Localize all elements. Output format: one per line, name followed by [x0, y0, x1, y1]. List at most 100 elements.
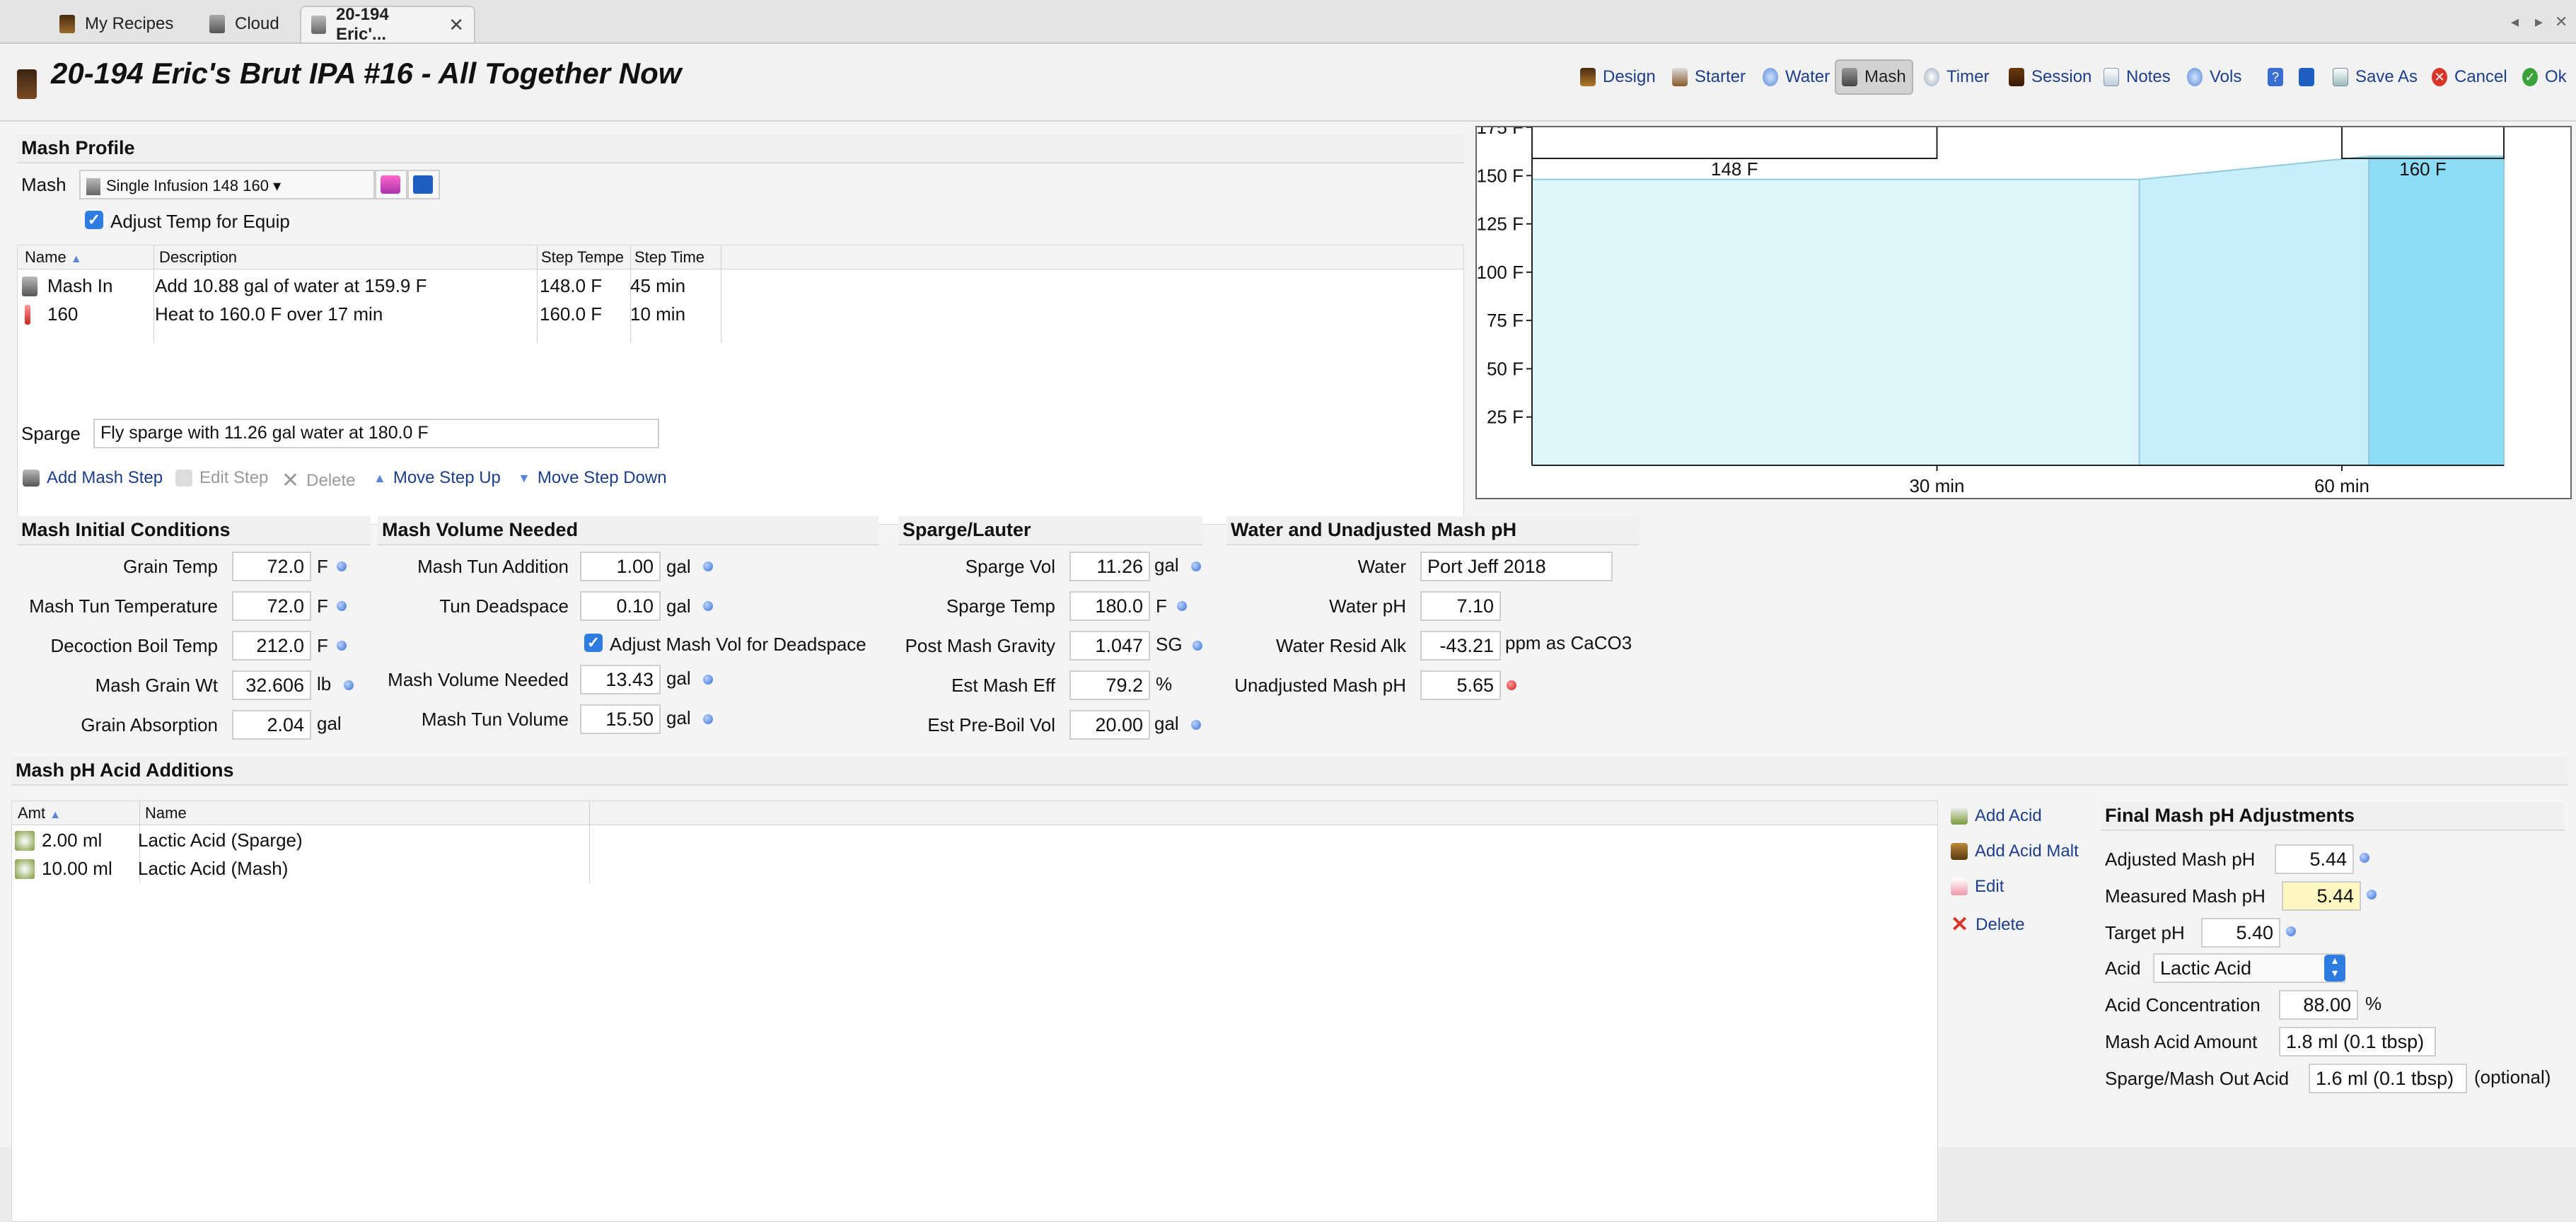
step-description[interactable]: Heat to 160.0 F over 17 min: [155, 303, 383, 325]
info-dot-icon[interactable]: [1191, 561, 1201, 571]
mash-select-value: Single Infusion 148 160: [106, 177, 269, 194]
measured-mash-ph-field[interactable]: 5.44: [2282, 881, 2361, 911]
toolbar-label: Vols: [2210, 67, 2242, 86]
column-header-name[interactable]: Name: [145, 804, 584, 822]
column-header-amt[interactable]: Amt ▲: [18, 804, 138, 822]
adjust-temp-checkbox[interactable]: ✓: [85, 211, 103, 229]
info-dot-icon[interactable]: [344, 680, 354, 690]
mash-tun-volume-field[interactable]: 15.50: [580, 704, 661, 734]
toolbar-session-button[interactable]: Session: [2003, 59, 2097, 95]
tab-recipe[interactable]: 20-194 Eric'... ✕: [300, 5, 475, 44]
toolbar-starter-button[interactable]: Starter: [1666, 59, 1751, 95]
toolbar-mash-button[interactable]: Mash: [1835, 59, 1913, 95]
mash-tun-temp-field[interactable]: 72.0: [232, 591, 311, 621]
info-dot-icon[interactable]: [337, 561, 347, 571]
est-mash-eff-field[interactable]: 79.2: [1069, 670, 1150, 700]
target-ph-field[interactable]: 5.40: [2201, 918, 2280, 948]
water-resid-alk-field[interactable]: -43.21: [1420, 631, 1501, 661]
mash-select[interactable]: Single Infusion 148 160 ▾: [79, 170, 375, 199]
acid-concentration-field[interactable]: 88.00: [2279, 990, 2358, 1020]
tab-scroll-right-icon[interactable]: ▸: [2535, 13, 2543, 31]
column-header-name[interactable]: Name ▲: [25, 248, 88, 267]
close-icon[interactable]: ✕: [448, 14, 464, 36]
step-temp[interactable]: 148.0 F: [540, 275, 602, 297]
info-dot-icon[interactable]: [337, 601, 347, 611]
water-profile-field[interactable]: Port Jeff 2018: [1420, 552, 1613, 581]
info-dot-icon[interactable]: [703, 714, 713, 724]
acid-amount[interactable]: 10.00 ml: [42, 858, 112, 880]
mash-options-button[interactable]: [375, 170, 407, 199]
tab-scroll-left-icon[interactable]: ◂: [2511, 13, 2519, 31]
column-header-description[interactable]: Description: [159, 248, 400, 267]
add-acid-malt-button[interactable]: Add Acid Malt: [1951, 842, 2079, 861]
adjust-deadspace-checkbox[interactable]: ✓: [584, 634, 603, 652]
info-dot-icon[interactable]: [703, 601, 713, 611]
info-dot-icon[interactable]: [2286, 926, 2296, 936]
tab-my-recipes[interactable]: My Recipes: [50, 6, 183, 42]
tab-close-all-icon[interactable]: ✕: [2555, 13, 2568, 31]
toolbar-timer-button[interactable]: Timer: [1918, 59, 1995, 95]
info-dot-icon[interactable]: [337, 641, 347, 651]
acid-type-select[interactable]: Lactic Acid: [2153, 953, 2345, 983]
mash-grain-wt-field[interactable]: 32.606: [232, 670, 311, 700]
delete-acid-button[interactable]: ✕ Delete: [1951, 912, 2025, 937]
toolbar-notes-button[interactable]: Notes: [2098, 59, 2176, 95]
sparge-temp-field[interactable]: 180.0: [1069, 591, 1150, 621]
adjusted-mash-ph-field[interactable]: 5.44: [2275, 844, 2354, 874]
column-header-step-time[interactable]: Step Time: [634, 248, 725, 267]
move-step-down-button[interactable]: ▼ Move Step Down: [518, 468, 667, 488]
mash-volume-needed-field[interactable]: 13.43: [580, 665, 661, 694]
sparge-field[interactable]: Fly sparge with 11.26 gal water at 180.0…: [93, 419, 659, 448]
unadjusted-mash-ph-field[interactable]: 5.65: [1420, 670, 1501, 700]
info-dot-icon[interactable]: [1193, 641, 1202, 651]
recipe-header: 20-194 Eric's Brut IPA #16 - All Togethe…: [0, 44, 2576, 122]
delete-step-button[interactable]: ✕ Delete: [282, 468, 356, 493]
mash-save-button[interactable]: [407, 170, 440, 199]
unit-label: F: [1156, 595, 1167, 617]
toolbar-water-button[interactable]: Water: [1757, 59, 1835, 95]
sparge-vol-field[interactable]: 11.26: [1069, 552, 1150, 581]
ok-button[interactable]: ✓ Ok: [2517, 59, 2572, 95]
step-name[interactable]: Mash In: [47, 275, 113, 297]
mash-tun-addition-field[interactable]: 1.00: [580, 552, 661, 581]
add-mash-step-button[interactable]: Add Mash Step: [23, 468, 163, 488]
move-step-up-button[interactable]: ▲ Move Step Up: [373, 468, 501, 488]
acid-name[interactable]: Lactic Acid (Sparge): [138, 830, 303, 851]
alert-dot-icon[interactable]: [1507, 680, 1516, 690]
mash-tun-volume-label: Mash Tun Volume: [421, 709, 569, 730]
grain-absorption-field[interactable]: 2.04: [232, 710, 311, 740]
tun-deadspace-field[interactable]: 0.10: [580, 591, 661, 621]
acid-name[interactable]: Lactic Acid (Mash): [138, 858, 288, 880]
decoction-boil-temp-field[interactable]: 212.0: [232, 631, 311, 661]
info-dot-icon[interactable]: [2360, 853, 2369, 863]
column-label: Amt: [18, 804, 46, 822]
info-dot-icon[interactable]: [703, 561, 713, 571]
grain-temp-field[interactable]: 72.0: [232, 552, 311, 581]
info-dot-icon[interactable]: [2367, 890, 2377, 900]
edit-acid-button[interactable]: Edit: [1951, 877, 2004, 897]
add-acid-button[interactable]: Add Acid: [1951, 806, 2042, 826]
step-name[interactable]: 160: [47, 303, 78, 325]
step-time[interactable]: 45 min: [630, 275, 685, 297]
tab-cloud[interactable]: Cloud: [199, 6, 289, 42]
acid-amount[interactable]: 2.00 ml: [42, 830, 102, 851]
toolbar-vols-button[interactable]: Vols: [2181, 59, 2247, 95]
edit-step-button[interactable]: Edit Step: [175, 468, 268, 488]
info-dot-icon[interactable]: [1191, 720, 1201, 730]
up-down-chevron-icon[interactable]: ▴ ▾: [2324, 955, 2345, 982]
step-temp[interactable]: 160.0 F: [540, 303, 602, 325]
post-mash-gravity-field[interactable]: 1.047: [1069, 631, 1150, 661]
adjust-deadspace-label: Adjust Mash Vol for Deadspace: [610, 634, 866, 655]
step-time[interactable]: 10 min: [630, 303, 685, 325]
step-description[interactable]: Add 10.88 gal of water at 159.9 F: [155, 275, 427, 297]
info-dot-icon[interactable]: [703, 675, 713, 685]
toolbar-design-button[interactable]: Design: [1574, 59, 1661, 95]
save-as-button[interactable]: Save As: [2327, 59, 2423, 95]
cancel-button[interactable]: ✕ Cancel: [2426, 59, 2513, 95]
help-button[interactable]: ?: [2262, 59, 2289, 95]
water-ph-field[interactable]: 7.10: [1420, 591, 1501, 621]
info-dot-icon[interactable]: [1177, 601, 1187, 611]
column-header-step-temp[interactable]: Step Tempe: [541, 248, 630, 267]
est-pre-boil-vol-field[interactable]: 20.00: [1069, 710, 1150, 740]
save-button[interactable]: [2293, 59, 2320, 95]
